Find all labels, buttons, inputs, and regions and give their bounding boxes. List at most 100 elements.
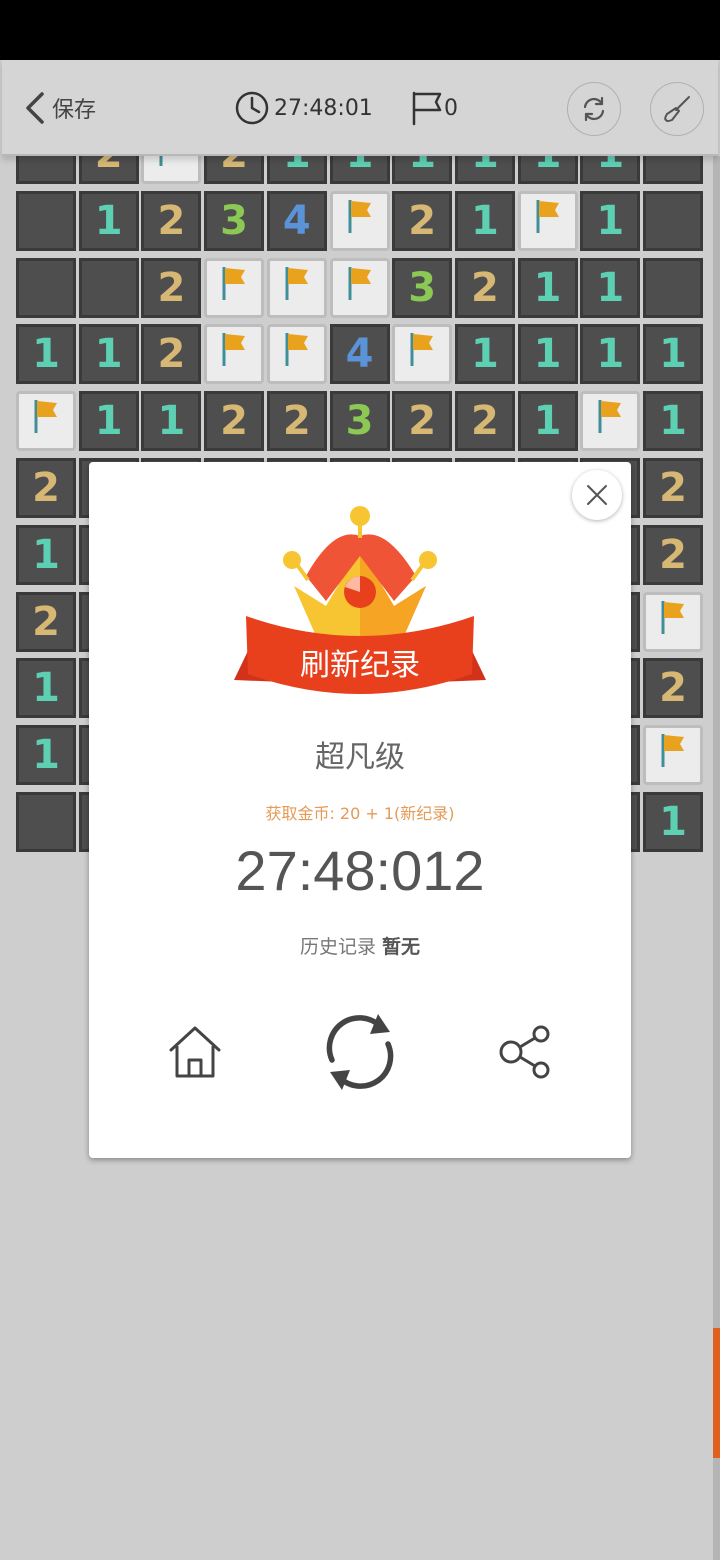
brush-icon xyxy=(664,96,690,122)
refresh-icon xyxy=(583,96,605,122)
cell-number: 1 xyxy=(470,331,499,378)
cell-number: 1 xyxy=(32,331,60,378)
number-cell[interactable]: 1 xyxy=(580,257,641,318)
flag-icon xyxy=(219,264,249,312)
share-button[interactable] xyxy=(493,1022,557,1082)
cell-number: 2 xyxy=(659,665,687,712)
number-cell[interactable]: 1 xyxy=(454,190,515,251)
number-cell[interactable]: 4 xyxy=(329,324,390,385)
back-chevron-icon xyxy=(26,92,44,124)
cell-number: 2 xyxy=(220,398,249,445)
number-cell[interactable]: 1 xyxy=(643,391,703,452)
number-cell[interactable]: 2 xyxy=(204,391,265,452)
number-cell[interactable]: 2 xyxy=(392,190,453,251)
flagged-cell[interactable] xyxy=(266,324,327,385)
flagged-cell[interactable] xyxy=(643,591,703,652)
flagged-cell[interactable] xyxy=(16,391,76,452)
scroll-indicator[interactable] xyxy=(713,1328,720,1458)
cell-number: 1 xyxy=(533,264,562,311)
number-cell[interactable]: 1 xyxy=(78,324,139,385)
flagged-cell[interactable] xyxy=(204,324,265,385)
number-cell[interactable]: 1 xyxy=(643,324,703,385)
home-button[interactable] xyxy=(163,1022,227,1082)
flagged-cell[interactable] xyxy=(580,391,641,452)
number-cell[interactable]: 1 xyxy=(517,324,578,385)
flag-icon xyxy=(412,91,442,126)
home-icon xyxy=(169,1026,221,1078)
empty-cell[interactable] xyxy=(16,257,76,318)
cell-number: 2 xyxy=(32,465,60,511)
empty-cell[interactable] xyxy=(643,190,703,251)
number-cell[interactable]: 2 xyxy=(16,591,76,652)
number-cell[interactable]: 2 xyxy=(141,257,202,318)
number-cell[interactable]: 1 xyxy=(16,524,76,585)
number-cell[interactable]: 2 xyxy=(643,658,703,719)
number-cell[interactable]: 4 xyxy=(266,190,327,251)
cell-number: 1 xyxy=(157,398,186,445)
history-label: 历史记录 xyxy=(299,936,376,958)
flagged-cell[interactable] xyxy=(329,257,390,318)
cell-number: 2 xyxy=(32,598,60,645)
number-cell[interactable]: 2 xyxy=(643,524,703,585)
theme-button[interactable] xyxy=(650,82,704,136)
back-save-button[interactable]: 保存 xyxy=(22,88,96,128)
restart-button[interactable] xyxy=(567,82,621,136)
number-cell[interactable]: 2 xyxy=(454,257,515,318)
number-cell[interactable]: 3 xyxy=(329,391,390,452)
cell-number: 2 xyxy=(659,531,687,578)
history-value: 暂无 xyxy=(382,936,421,958)
flag-icon xyxy=(595,397,625,445)
number-cell[interactable]: 1 xyxy=(517,257,578,318)
banner-text: 刷新纪录 xyxy=(300,648,420,683)
close-button[interactable] xyxy=(572,470,622,520)
flag-icon xyxy=(658,598,688,646)
number-cell[interactable]: 2 xyxy=(643,458,703,518)
cell-number: 2 xyxy=(470,398,499,445)
number-cell[interactable]: 1 xyxy=(78,190,139,251)
empty-cell[interactable] xyxy=(16,792,76,852)
number-cell[interactable]: 1 xyxy=(16,324,76,385)
number-cell[interactable]: 1 xyxy=(141,391,202,452)
number-cell[interactable]: 1 xyxy=(517,391,578,452)
flagged-cell[interactable] xyxy=(266,257,327,318)
difficulty-level: 超凡级 xyxy=(315,740,405,775)
flag-icon xyxy=(282,264,312,312)
number-cell[interactable]: 2 xyxy=(392,391,453,452)
empty-cell[interactable] xyxy=(16,190,76,251)
flag-icon xyxy=(345,197,375,245)
flag-icon xyxy=(345,264,375,312)
number-cell[interactable]: 1 xyxy=(580,190,641,251)
number-cell[interactable]: 2 xyxy=(141,324,202,385)
number-cell[interactable]: 2 xyxy=(266,391,327,452)
number-cell[interactable]: 1 xyxy=(16,658,76,719)
cell-number: 3 xyxy=(220,197,249,244)
number-cell[interactable]: 1 xyxy=(454,324,515,385)
cell-number: 3 xyxy=(345,398,374,445)
flagged-cell[interactable] xyxy=(517,190,578,251)
share-icon xyxy=(499,1025,550,1079)
empty-cell[interactable] xyxy=(78,257,139,318)
number-cell[interactable]: 3 xyxy=(204,190,265,251)
number-cell[interactable]: 1 xyxy=(78,391,139,452)
clock-icon xyxy=(235,91,269,125)
cell-number: 3 xyxy=(408,264,437,311)
number-cell[interactable]: 2 xyxy=(16,458,76,518)
number-cell[interactable]: 2 xyxy=(454,391,515,452)
flagged-cell[interactable] xyxy=(392,324,453,385)
number-cell[interactable]: 1 xyxy=(580,324,641,385)
history-record: 历史记录 暂无 xyxy=(89,932,631,959)
flagged-cell[interactable] xyxy=(643,725,703,786)
number-cell[interactable]: 1 xyxy=(16,725,76,786)
replay-button[interactable] xyxy=(315,1010,405,1094)
flag-icon xyxy=(533,197,563,245)
number-cell[interactable]: 2 xyxy=(141,190,202,251)
number-cell[interactable]: 1 xyxy=(643,792,703,852)
cell-number: 1 xyxy=(94,398,123,445)
number-cell[interactable]: 3 xyxy=(392,257,453,318)
flagged-cell[interactable] xyxy=(329,190,390,251)
replay-icon xyxy=(326,1014,394,1090)
empty-cell[interactable] xyxy=(643,257,703,318)
flag-icon xyxy=(658,731,688,779)
flagged-cell[interactable] xyxy=(204,257,265,318)
cell-number: 4 xyxy=(345,331,374,378)
